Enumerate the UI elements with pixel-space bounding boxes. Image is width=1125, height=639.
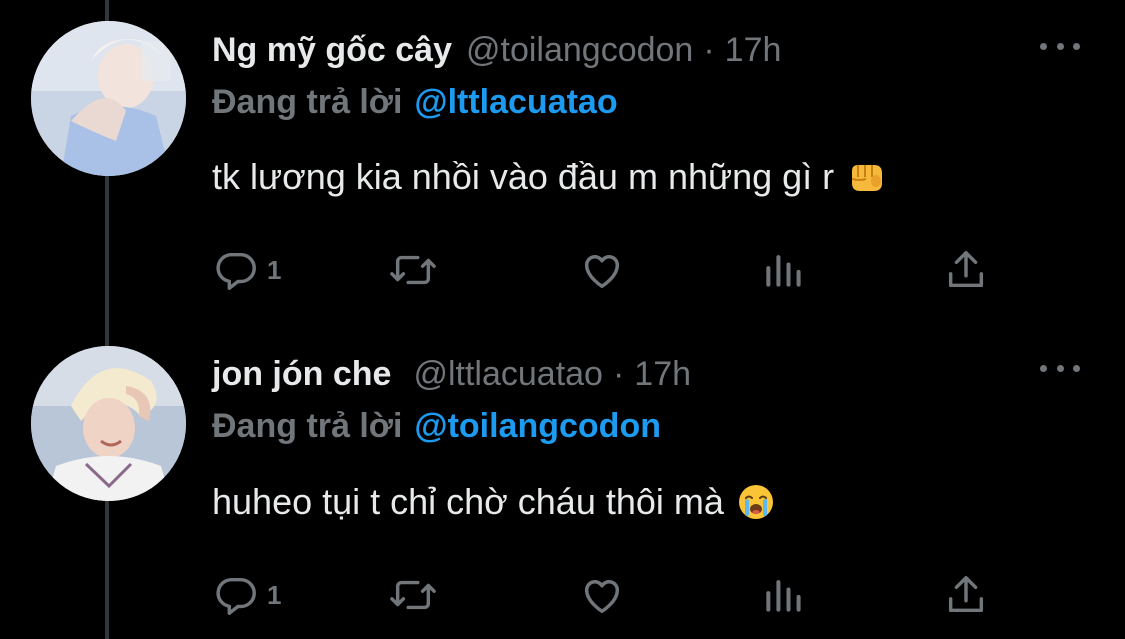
more-dot — [1040, 42, 1047, 50]
separator: · — [612, 355, 625, 393]
replying-to-label: Đang trả lời — [212, 407, 403, 445]
user-handle[interactable]: @lttlacuatao — [413, 354, 603, 394]
avatar-image — [31, 346, 186, 501]
retweet-button[interactable] — [388, 244, 438, 296]
tweet[interactable]: jon jón che @lttlacuatao · 17h Đang trả … — [0, 320, 1125, 639]
analytics-button[interactable] — [761, 244, 805, 296]
timestamp[interactable]: 17h — [634, 354, 691, 394]
reply-mention-link[interactable]: @toilangcodon — [414, 407, 661, 445]
display-name[interactable]: Ng mỹ gốc cây — [212, 30, 452, 70]
like-button[interactable] — [578, 244, 626, 296]
analytics-icon — [766, 255, 801, 287]
tweet-header: Ng mỹ gốc cây @toilangcodon · 17h — [212, 30, 781, 70]
share-icon — [948, 576, 984, 613]
timestamp[interactable]: 17h — [725, 30, 782, 70]
retweet-icon — [390, 580, 436, 610]
user-handle[interactable]: @toilangcodon — [466, 30, 693, 70]
reply-button[interactable]: 1 — [213, 244, 281, 296]
more-icon[interactable] — [1040, 356, 1080, 380]
loudly-crying-face-emoji — [736, 482, 776, 522]
more-dot — [1056, 42, 1064, 50]
like-button[interactable] — [578, 569, 626, 621]
retweet-button[interactable] — [388, 569, 438, 621]
analytics-button[interactable] — [761, 569, 805, 621]
replying-to: Đang trả lời @toilangcodon — [212, 406, 661, 446]
share-button[interactable] — [943, 244, 989, 296]
tweet-actions: 1 — [213, 244, 993, 296]
oncoming-fist-emoji — [846, 157, 886, 197]
display-name[interactable]: jon jón che — [212, 354, 391, 394]
reply-count: 1 — [267, 254, 282, 285]
more-dot — [1073, 42, 1080, 50]
tweet-actions: 1 — [213, 569, 993, 621]
share-button[interactable] — [943, 569, 989, 621]
like-icon — [584, 255, 620, 289]
share-icon — [948, 251, 984, 288]
more-dot — [1073, 364, 1080, 372]
more-dot — [1056, 364, 1064, 372]
avatar-image — [31, 21, 186, 176]
reply-button[interactable]: 1 — [213, 569, 281, 621]
tweet-header: jon jón che @lttlacuatao · 17h — [212, 354, 691, 394]
tweet-text: tk lương kia nhồi vào đầu m những gì r — [212, 155, 886, 199]
reply-icon — [216, 577, 256, 615]
avatar[interactable] — [31, 346, 186, 501]
retweet-icon — [390, 255, 436, 285]
separator: · — [703, 31, 715, 69]
reply-mention-link[interactable]: @lttlacuatao — [414, 83, 617, 121]
replying-to: Đang trả lời @lttlacuatao — [212, 82, 618, 122]
like-icon — [584, 580, 620, 614]
replying-to-label: Đang trả lời — [212, 83, 403, 121]
more-icon[interactable] — [1040, 34, 1080, 58]
tweet-text: huheo tụi t chỉ chờ cháu thôi mà — [212, 480, 776, 524]
reply-icon — [216, 252, 256, 290]
more-dot — [1040, 364, 1047, 372]
tweet-body: huheo tụi t chỉ chờ cháu thôi mà — [212, 481, 724, 522]
reply-count: 1 — [267, 579, 282, 610]
tweet-body: tk lương kia nhồi vào đầu m những gì r — [212, 156, 835, 197]
tweet[interactable]: Ng mỹ gốc cây @toilangcodon · 17h Đang t… — [0, 0, 1125, 320]
avatar[interactable] — [31, 21, 186, 176]
analytics-icon — [766, 580, 801, 612]
